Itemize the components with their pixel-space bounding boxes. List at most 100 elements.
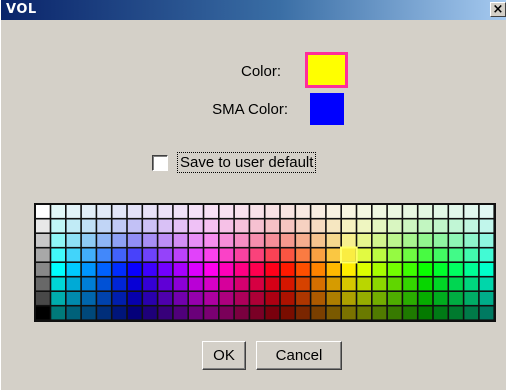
palette-cell[interactable] <box>387 248 402 262</box>
palette-cell[interactable] <box>326 292 341 305</box>
palette-cell[interactable] <box>158 292 173 305</box>
palette-cell[interactable] <box>372 263 387 276</box>
palette-cell[interactable] <box>127 219 142 233</box>
palette-cell[interactable] <box>36 248 50 262</box>
palette-cell[interactable] <box>97 248 111 262</box>
palette-cell[interactable] <box>189 263 203 276</box>
color-swatch[interactable] <box>305 52 348 88</box>
palette-cell[interactable] <box>189 277 203 291</box>
palette-cell[interactable] <box>250 263 264 276</box>
palette-cell[interactable] <box>81 248 96 262</box>
palette-cell[interactable] <box>387 292 402 305</box>
palette-cell[interactable] <box>342 306 356 320</box>
palette-cell[interactable] <box>173 306 188 320</box>
palette-cell[interactable] <box>51 263 65 276</box>
palette-cell[interactable] <box>112 248 127 262</box>
palette-cell[interactable] <box>81 292 96 305</box>
palette-cell[interactable] <box>97 234 111 247</box>
palette-cell[interactable] <box>387 306 402 320</box>
palette-cell[interactable] <box>357 263 371 276</box>
palette-cell[interactable] <box>51 205 65 218</box>
palette-cell[interactable] <box>326 277 341 291</box>
save-default-checkbox[interactable] <box>152 155 168 171</box>
palette-cell[interactable] <box>418 292 433 305</box>
palette-cell[interactable] <box>81 263 96 276</box>
palette-cell[interactable] <box>479 248 494 262</box>
palette-cell[interactable] <box>143 219 157 233</box>
palette-cell[interactable] <box>173 205 188 218</box>
palette-cell[interactable] <box>81 306 96 320</box>
palette-cell[interactable] <box>326 306 341 320</box>
palette-cell[interactable] <box>433 205 448 218</box>
palette-cell[interactable] <box>97 292 111 305</box>
palette-cell[interactable] <box>296 248 310 262</box>
palette-cell[interactable] <box>479 306 494 320</box>
palette-cell[interactable] <box>464 277 479 291</box>
palette-cell[interactable] <box>403 306 417 320</box>
palette-cell[interactable] <box>449 277 463 291</box>
palette-cell[interactable] <box>433 263 448 276</box>
palette-cell[interactable] <box>387 205 402 218</box>
palette-cell[interactable] <box>36 263 50 276</box>
palette-cell[interactable] <box>143 263 157 276</box>
palette-cell[interactable] <box>342 292 356 305</box>
palette-cell[interactable] <box>296 219 310 233</box>
color-palette-grid[interactable] <box>34 203 496 322</box>
palette-cell[interactable] <box>265 292 280 305</box>
palette-cell[interactable] <box>311 219 326 233</box>
palette-cell[interactable] <box>311 248 326 262</box>
palette-cell[interactable] <box>250 205 264 218</box>
palette-cell[interactable] <box>311 292 326 305</box>
palette-cell[interactable] <box>234 234 249 247</box>
palette-cell[interactable] <box>326 263 341 276</box>
palette-cell[interactable] <box>127 277 142 291</box>
save-default-label[interactable]: Save to user default <box>176 152 317 173</box>
palette-cell[interactable] <box>433 234 448 247</box>
palette-cell[interactable] <box>158 234 173 247</box>
palette-cell[interactable] <box>403 277 417 291</box>
palette-cell[interactable] <box>219 234 234 247</box>
palette-cell[interactable] <box>433 248 448 262</box>
palette-cell[interactable] <box>449 292 463 305</box>
palette-cell[interactable] <box>66 219 81 233</box>
cancel-button[interactable]: Cancel <box>256 341 342 370</box>
palette-cell[interactable] <box>66 234 81 247</box>
palette-cell[interactable] <box>51 219 65 233</box>
palette-cell[interactable] <box>51 306 65 320</box>
palette-cell[interactable] <box>66 205 81 218</box>
palette-cell[interactable] <box>51 277 65 291</box>
palette-cell[interactable] <box>280 277 295 291</box>
palette-cell[interactable] <box>143 306 157 320</box>
palette-cell[interactable] <box>158 219 173 233</box>
palette-cell[interactable] <box>219 292 234 305</box>
palette-cell[interactable] <box>112 277 127 291</box>
palette-cell[interactable] <box>296 277 310 291</box>
palette-cell[interactable] <box>234 277 249 291</box>
palette-cell[interactable] <box>418 263 433 276</box>
palette-cell[interactable] <box>204 263 218 276</box>
palette-cell[interactable] <box>234 205 249 218</box>
palette-cell[interactable] <box>403 205 417 218</box>
palette-cell[interactable] <box>280 306 295 320</box>
palette-cell[interactable] <box>234 263 249 276</box>
palette-cell[interactable] <box>127 205 142 218</box>
palette-cell[interactable] <box>66 306 81 320</box>
palette-cell[interactable] <box>464 234 479 247</box>
palette-cell[interactable] <box>403 292 417 305</box>
palette-cell[interactable] <box>36 292 50 305</box>
palette-cell[interactable] <box>189 292 203 305</box>
palette-cell[interactable] <box>189 205 203 218</box>
palette-cell[interactable] <box>66 292 81 305</box>
palette-cell[interactable] <box>357 205 371 218</box>
palette-cell[interactable] <box>204 219 218 233</box>
palette-cell[interactable] <box>219 248 234 262</box>
palette-cell[interactable] <box>81 205 96 218</box>
palette-cell[interactable] <box>36 306 50 320</box>
palette-cell[interactable] <box>342 248 356 262</box>
palette-cell[interactable] <box>296 306 310 320</box>
palette-cell[interactable] <box>189 219 203 233</box>
palette-cell[interactable] <box>372 205 387 218</box>
palette-cell[interactable] <box>433 306 448 320</box>
palette-cell[interactable] <box>219 205 234 218</box>
palette-cell[interactable] <box>296 234 310 247</box>
